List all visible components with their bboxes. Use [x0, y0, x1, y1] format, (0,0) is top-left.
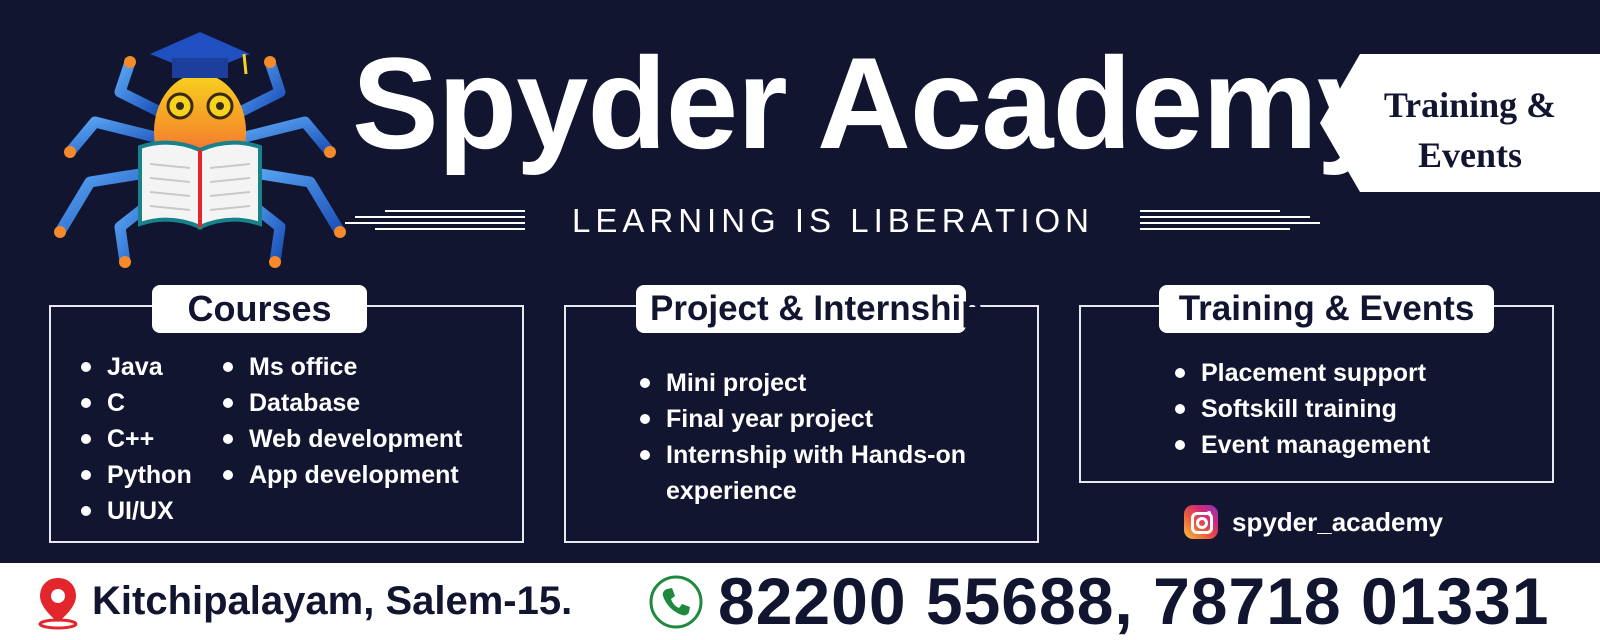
speed-lines-right [1140, 210, 1320, 230]
tagline: LEARNING IS LIBERATION [572, 202, 1094, 239]
projects-box: Project & Internship Mini project Final … [564, 285, 1039, 543]
speed-lines-left [345, 210, 525, 230]
instagram-icon [1184, 505, 1218, 539]
ribbon-line-1: Training & [1383, 85, 1557, 125]
list-item: Event management [1175, 427, 1430, 463]
training-box: Training & Events Placement support Soft… [1079, 285, 1554, 483]
instagram-handle[interactable]: spyder_academy [1184, 504, 1443, 540]
list-item: C++ [81, 421, 192, 457]
list-item: Web development [223, 421, 462, 457]
training-events-ribbon: Training & Events [1320, 54, 1600, 192]
list-item: Final year project [640, 401, 966, 437]
ribbon-line-2: Events [1417, 135, 1522, 175]
list-item: Softskill training [1175, 391, 1430, 427]
courses-title: Courses [152, 285, 367, 333]
address: Kitchipalayam, Salem-15. [92, 579, 573, 623]
phone-icon [649, 575, 703, 629]
training-list: Placement support Softskill training Eve… [1175, 355, 1430, 463]
phone-numbers[interactable]: 82200 55688, 78718 01331 [718, 563, 1549, 639]
list-item: Internship with Hands-on [640, 437, 966, 473]
list-item: C [81, 385, 192, 421]
instagram-handle-text: spyder_academy [1232, 506, 1444, 537]
tagline-row: LEARNING IS LIBERATION [345, 200, 1320, 242]
courses-list-right: Ms office Database Web development App d… [223, 349, 462, 493]
spider-mascot-logo [40, 22, 360, 277]
list-item: Java [81, 349, 192, 385]
list-item: Ms office [223, 349, 462, 385]
list-item: Python [81, 457, 192, 493]
ribbon-text: Training & Events [1340, 80, 1600, 180]
list-item: Mini project [640, 365, 966, 401]
list-item-continuation: experience [666, 477, 797, 505]
list-item: App development [223, 457, 462, 493]
projects-list: Mini project Final year project Internsh… [640, 365, 966, 509]
projects-title: Project & Internship [636, 285, 983, 333]
list-item: Database [223, 385, 462, 421]
list-item: UI/UX [81, 493, 192, 529]
training-title: Training & Events [1159, 285, 1494, 333]
location-pin-icon [38, 578, 78, 630]
list-item: Placement support [1175, 355, 1430, 391]
banner: Spyder Academy Training & Events LEARNIN… [0, 0, 1600, 640]
footer-bar: Kitchipalayam, Salem-15. 82200 55688, 78… [0, 563, 1600, 640]
courses-box: Courses Java C C++ Python UI/UX Ms offic… [49, 285, 524, 543]
courses-list-left: Java C C++ Python UI/UX [81, 349, 192, 529]
academy-title: Spyder Academy [352, 30, 1389, 176]
